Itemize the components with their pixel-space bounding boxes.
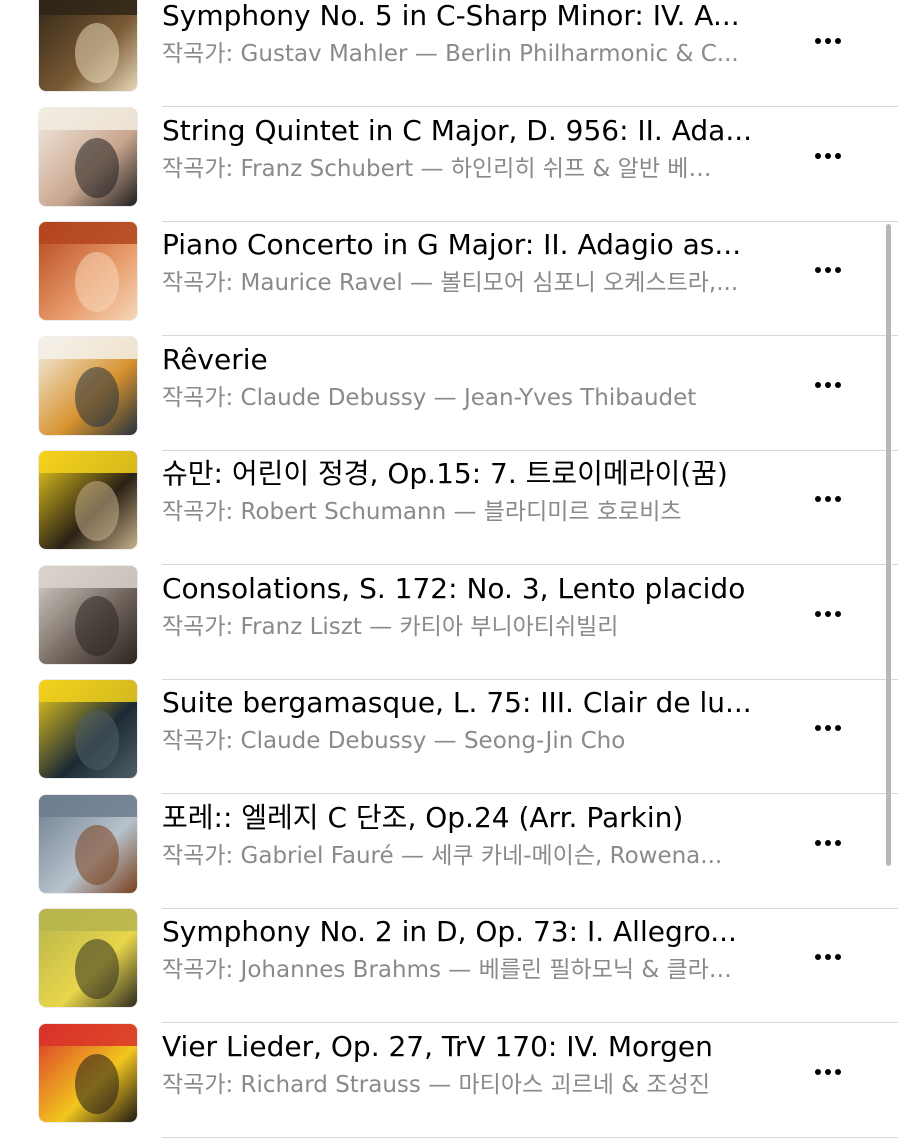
- row-separator: [162, 1136, 898, 1138]
- track-subtitle: 작곡가: Gustav Mahler — Berlin Philharmonic…: [162, 41, 739, 67]
- more-options-button[interactable]: [805, 598, 851, 630]
- track-title: Rêverie: [162, 342, 268, 376]
- track-subtitle: 작곡가: Johannes Brahms — 베를린 필하모닉 & 클라…: [162, 957, 732, 983]
- album-art-icon: [39, 565, 137, 664]
- track-title: 포레:: 엘레지 C 단조, Op.24 (Arr. Parkin): [162, 800, 684, 834]
- track-row[interactable]: Vier Lieder, Op. 27, TrV 170: IV. Morgen…: [0, 1023, 898, 1138]
- track-row[interactable]: 슈만: 어린이 정경, Op.15: 7. 트로이메라이(꿈) 작곡가: Robe…: [0, 451, 898, 565]
- album-art-icon: [39, 107, 137, 206]
- ellipsis-icon: [815, 381, 841, 388]
- ellipsis-icon: [815, 496, 841, 502]
- track-title: Symphony No. 5 in C-Sharp Minor: IV. A..…: [162, 0, 740, 32]
- more-options-button[interactable]: [805, 827, 851, 859]
- track-title: String Quintet in C Major, D. 956: II. A…: [162, 113, 753, 147]
- album-art: [39, 1023, 137, 1122]
- more-options-button[interactable]: [805, 140, 851, 172]
- track-title: Consolations, S. 172: No. 3, Lento placi…: [162, 571, 746, 605]
- more-options-button[interactable]: [805, 712, 851, 744]
- ellipsis-icon: [815, 1068, 841, 1075]
- track-title: Suite bergamasque, L. 75: III. Clair de …: [162, 686, 752, 719]
- album-art: [39, 680, 137, 778]
- ellipsis-icon: [815, 839, 841, 846]
- more-options-button[interactable]: [805, 254, 851, 286]
- track-row[interactable]: Suite bergamasque, L. 75: III. Clair de …: [0, 680, 898, 794]
- album-art-icon: [39, 336, 137, 435]
- track-row[interactable]: Symphony No. 2 in D, Op. 73: I. Allegro.…: [0, 909, 898, 1023]
- ellipsis-icon: [815, 610, 841, 617]
- track-row[interactable]: Rêverie 작곡가: Claude Debussy — Jean-Yves T…: [0, 336, 898, 451]
- album-art: [39, 222, 137, 320]
- track-subtitle: 작곡가: Claude Debussy — Jean-Yves Thibaude…: [162, 384, 697, 411]
- album-art: [39, 565, 137, 664]
- track-subtitle: 작곡가: Robert Schumann — 블라디미르 호로비츠: [162, 499, 682, 525]
- album-art-icon: [39, 909, 137, 1007]
- more-options-button[interactable]: [805, 25, 851, 57]
- track-subtitle: 작곡가: Gabriel Fauré — 세쿠 카네-메이슨, Rowena..…: [162, 842, 723, 869]
- scrollbar[interactable]: [886, 224, 891, 866]
- album-art-icon: [39, 0, 137, 91]
- ellipsis-icon: [815, 38, 841, 44]
- track-title: Symphony No. 2 in D, Op. 73: I. Allegro.…: [162, 915, 737, 948]
- track-subtitle: 작곡가: Richard Strauss — 마티아스 괴르네 & 조성진: [162, 1071, 710, 1098]
- ellipsis-icon: [815, 725, 841, 731]
- ellipsis-icon: [815, 152, 841, 159]
- more-options-button[interactable]: [805, 1056, 851, 1088]
- track-row[interactable]: 포레:: 엘레지 C 단조, Op.24 (Arr. Parkin)작곡가: G…: [0, 794, 898, 909]
- album-art: [39, 336, 137, 435]
- more-options-button[interactable]: [805, 483, 851, 515]
- track-subtitle: 작곡가: Franz Liszt — 카티아 부니아티쉬빌리: [162, 613, 619, 640]
- track-subtitle: 작곡가: Claude Debussy — Seong-Jin Cho: [162, 728, 626, 754]
- album-art: [39, 451, 137, 549]
- album-art-icon: [39, 451, 137, 549]
- album-art: [39, 107, 137, 206]
- track-title: Vier Lieder, Op. 27, TrV 170: IV. Morgen: [162, 1029, 713, 1063]
- track-title: Piano Concerto in G Major: II. Adagio as…: [162, 228, 742, 261]
- track-title: 슈만: 어린이 정경, Op.15: 7. 트로이메라이(꿈): [162, 457, 728, 490]
- track-subtitle: 작곡가: Franz Schubert — 하인리히 쉬프 & 알반 베…: [162, 155, 712, 182]
- track-row[interactable]: Piano Concerto in G Major: II. Adagio as…: [0, 222, 898, 336]
- album-art: [39, 794, 137, 893]
- album-art: [39, 0, 137, 91]
- ellipsis-icon: [815, 954, 841, 960]
- more-options-button[interactable]: [805, 369, 851, 401]
- track-row[interactable]: Consolations, S. 172: No. 3, Lento placi…: [0, 565, 898, 680]
- track-row[interactable]: String Quintet in C Major, D. 956: II. A…: [0, 107, 898, 222]
- track-row[interactable]: Symphony No. 5 in C-Sharp Minor: IV. A..…: [0, 0, 898, 107]
- more-options-button[interactable]: [805, 941, 851, 973]
- album-art-icon: [39, 222, 137, 320]
- album-art-icon: [39, 680, 137, 778]
- album-art: [39, 909, 137, 1007]
- album-art-icon: [39, 1023, 137, 1122]
- ellipsis-icon: [815, 267, 841, 273]
- track-subtitle: 작곡가: Maurice Ravel — 볼티모어 심포니 오케스트라,...: [162, 270, 739, 296]
- album-art-icon: [39, 794, 137, 893]
